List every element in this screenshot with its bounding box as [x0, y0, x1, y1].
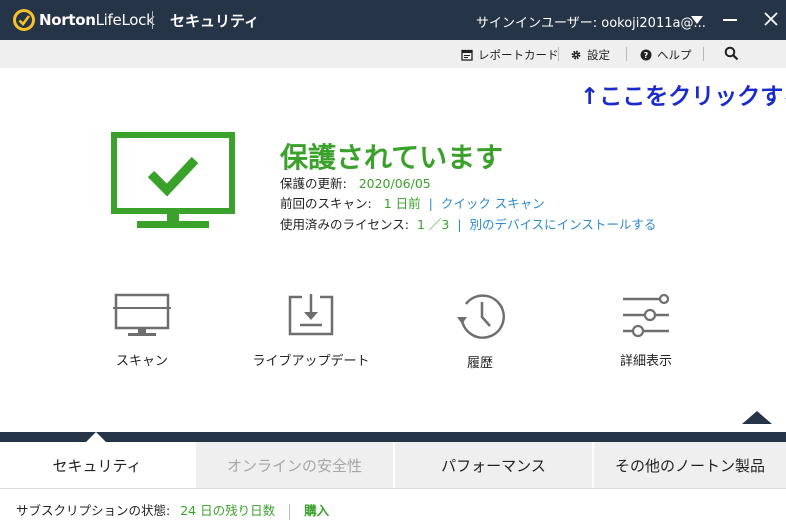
scan-value: 1 日前 [383, 196, 421, 211]
toolbar-divider [626, 47, 627, 61]
license-label: 使用済みのライセンス: [280, 217, 409, 232]
protected-monitor-icon [111, 132, 235, 234]
quick-scan-link[interactable]: クイック スキャン [441, 196, 545, 211]
click-here-annotation: ↑ここをクリックする [580, 84, 786, 110]
logo-lifelock: LifeLock [95, 11, 155, 29]
tab-security[interactable]: セキュリティ [0, 442, 194, 488]
app-title: セキュリティ [170, 12, 260, 30]
tab-bar-band [0, 432, 786, 442]
tab-bar: セキュリティ オンラインの安全性 パフォーマンス その他のノートン製品 [0, 442, 786, 488]
search-icon [724, 46, 739, 61]
toolbar-divider [558, 47, 559, 61]
collapse-arrow-icon[interactable] [742, 411, 772, 424]
logo-text: NortonLifeLock [39, 11, 155, 29]
footer-divider [289, 503, 291, 520]
details-action[interactable]: 詳細表示 [576, 292, 716, 369]
gear-icon [571, 50, 581, 60]
monitor-scan-icon [113, 293, 171, 336]
scan-action[interactable]: スキャン [72, 292, 212, 369]
logo-norton: Norton [39, 11, 96, 29]
tab-performance[interactable]: パフォーマンス [393, 442, 592, 488]
liveupdate-label: ライブアップデート [252, 354, 370, 369]
days-left: 24 日の残り日数 [180, 503, 276, 518]
scan-label: スキャン [115, 354, 168, 369]
settings-button[interactable]: 設定 [570, 47, 610, 63]
title-bar: NortonLifeLock セキュリティ サインインユーザー: ookoji2… [0, 0, 786, 40]
pipe-separator: | [428, 196, 433, 211]
pipe-separator: | [457, 217, 462, 232]
scan-status-line: 前回のスキャン: 1 日前 | クイック スキャン [280, 193, 545, 212]
norton-logo: NortonLifeLock [13, 9, 155, 31]
update-label: 保護の更新: [280, 176, 347, 191]
chevron-down-icon[interactable] [691, 16, 703, 24]
subscription-status: サブスクリプションの状態: 24 日の残り日数 購入 [16, 500, 329, 520]
history-action[interactable]: 履歴 [410, 292, 550, 371]
search-button[interactable] [724, 46, 744, 61]
subscription-footer: サブスクリプションの状態: 24 日の残り日数 購入 [0, 488, 786, 526]
tab-online-safety[interactable]: オンラインの安全性 [194, 442, 393, 488]
help-button[interactable]: ? ヘルプ [640, 47, 692, 63]
toolbar: レポートカード 設定 ? ヘルプ [0, 40, 786, 68]
signin-user-menu[interactable]: サインインユーザー: ookoji2011a@... [476, 12, 706, 31]
install-other-device-link[interactable]: 別のデバイスにインストールする [470, 217, 657, 232]
update-value: 2020/06/05 [358, 176, 431, 191]
close-icon[interactable] [763, 10, 779, 28]
license-value: 1 ／3 [416, 217, 450, 232]
history-label: 履歴 [466, 356, 493, 371]
help-icon: ? [640, 49, 652, 61]
active-tab-pointer [86, 432, 106, 442]
toolbar-divider [703, 47, 704, 61]
svg-text:?: ? [644, 51, 649, 60]
settings-label: 設定 [587, 48, 610, 62]
update-status-line: 保護の更新: 2020/06/05 [280, 173, 431, 192]
checkmark-badge-icon [13, 9, 35, 31]
title-separator [152, 11, 153, 29]
scan-label: 前回のスキャン: [280, 196, 372, 211]
help-label: ヘルプ [657, 48, 692, 62]
license-status-line: 使用済みのライセンス: 1 ／3 | 別のデバイスにインストールする [280, 214, 656, 233]
report-card-button[interactable]: レポートカード [461, 47, 559, 63]
minimize-icon[interactable] [723, 19, 737, 21]
liveupdate-action[interactable]: ライブアップデート [241, 292, 381, 369]
protection-status-title: 保護されています [280, 141, 504, 174]
subscription-label: サブスクリプションの状態: [16, 503, 171, 518]
history-clock-icon [457, 294, 505, 339]
details-label: 詳細表示 [619, 354, 672, 369]
report-card-icon [461, 49, 473, 61]
tab-other-norton-products[interactable]: その他のノートン製品 [592, 442, 786, 488]
download-tray-icon [288, 294, 334, 336]
report-card-label: レポートカード [478, 48, 559, 62]
buy-link[interactable]: 購入 [304, 503, 329, 518]
sliders-icon [623, 293, 670, 338]
